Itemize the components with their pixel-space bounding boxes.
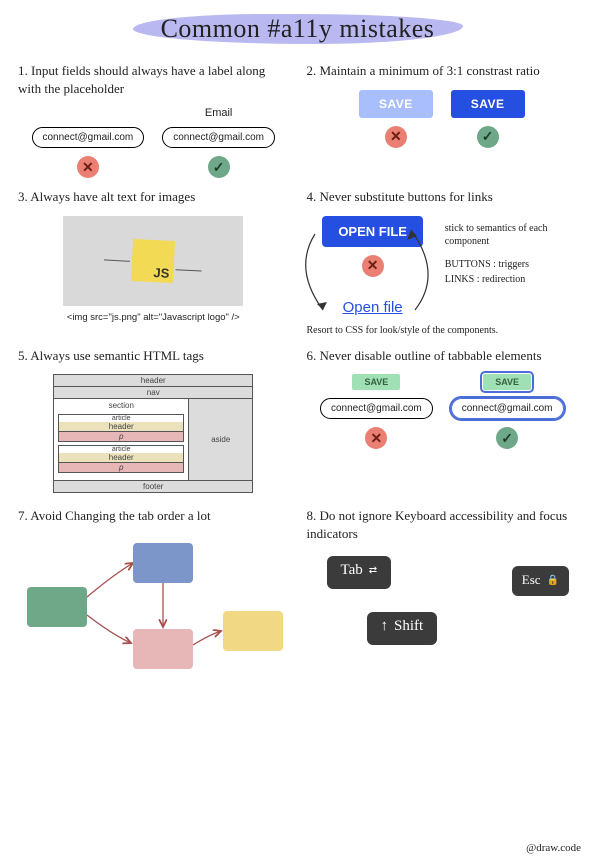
cross-icon: ✕ <box>362 255 384 277</box>
input-with-label[interactable]: connect@gmail.com <box>162 127 275 148</box>
good-example: SAVE ✓ <box>451 90 525 148</box>
focus-block-3 <box>133 629 193 669</box>
shift-key: ↑ Shift <box>367 612 438 645</box>
tip-heading: 6. Never disable outline of tabbable ele… <box>307 347 578 365</box>
tip-heading: 4. Never substitute buttons for links <box>307 188 578 206</box>
tip-heading: 8. Do not ignore Keyboard accessibility … <box>307 507 578 542</box>
region-footer: footer <box>54 480 252 492</box>
page-title: Common #a11y mistakes <box>0 14 595 44</box>
code-snippet: <img src="js.png" alt="Javascript logo" … <box>18 312 289 323</box>
save-chip-outlined[interactable]: SAVE <box>483 374 531 390</box>
region-article: article header p <box>58 445 184 473</box>
focus-block-2 <box>133 543 193 583</box>
tip-2: 2. Maintain a minimum of 3:1 constrast r… <box>307 62 578 178</box>
esc-key: Esc 🔒 <box>512 566 569 596</box>
tip4-footer: Resort to CSS for look/style of the comp… <box>307 324 578 337</box>
note-buttons: BUTTONS : triggers <box>445 258 529 271</box>
bad-example: connect@gmail.com ✕ <box>32 127 145 178</box>
note-links: LINKS : redirection <box>445 273 526 286</box>
credit: @draw.code <box>526 842 581 854</box>
good-example: SAVE connect@gmail.com ✓ <box>451 374 564 449</box>
tips-grid: 1. Input fields should always have a lab… <box>0 44 595 665</box>
tab-cycle-icon: ⇄ <box>369 565 377 576</box>
image-placeholder: JS <box>63 216 243 306</box>
bad-example: SAVE connect@gmail.com ✕ <box>320 374 433 449</box>
tip-1: 1. Input fields should always have a lab… <box>18 62 289 178</box>
input-label: Email <box>205 107 233 119</box>
tip-6: 6. Never disable outline of tabbable ele… <box>307 347 578 498</box>
tip-heading: 3. Always have alt text for images <box>18 188 289 206</box>
semantic-layout-diagram: header nav section article header p arti… <box>53 374 253 493</box>
input-outlined[interactable]: connect@gmail.com <box>451 398 564 419</box>
cross-icon: ✕ <box>385 126 407 148</box>
tab-order-diagram <box>23 535 283 665</box>
region-section: section <box>58 401 184 411</box>
cross-icon: ✕ <box>365 427 387 449</box>
tip-5: 5. Always use semantic HTML tags header … <box>18 347 289 498</box>
focus-block-4 <box>223 611 283 651</box>
focus-block-1 <box>27 587 87 627</box>
tip-heading: 1. Input fields should always have a lab… <box>18 62 289 97</box>
note-semantics: stick to semantics of each component <box>445 222 577 248</box>
tip-heading: 2. Maintain a minimum of 3:1 constrast r… <box>307 62 578 80</box>
region-header: header <box>54 375 252 387</box>
tip-7: 7. Avoid Changing the tab order a lot <box>18 507 289 665</box>
save-chip-no-outline[interactable]: SAVE <box>352 374 400 390</box>
region-nav: nav <box>54 387 252 399</box>
check-icon: ✓ <box>477 126 499 148</box>
title-area: Common #a11y mistakes <box>0 0 595 44</box>
cross-icon: ✕ <box>77 156 99 178</box>
js-logo-icon: JS <box>131 239 175 283</box>
tip-4: 4. Never substitute buttons for links OP… <box>307 188 578 337</box>
good-example: Email connect@gmail.com ✓ <box>162 107 275 178</box>
tip-3: 3. Always have alt text for images JS <i… <box>18 188 289 337</box>
input-no-outline[interactable]: connect@gmail.com <box>320 398 433 419</box>
check-icon: ✓ <box>208 156 230 178</box>
region-aside: aside <box>189 399 252 480</box>
open-file-link[interactable]: Open file <box>343 299 403 316</box>
low-contrast-button[interactable]: SAVE <box>359 90 433 118</box>
tip-8: 8. Do not ignore Keyboard accessibility … <box>307 507 578 665</box>
region-article: article header p <box>58 414 184 442</box>
tab-key: Tab ⇄ <box>327 556 392 589</box>
open-file-button[interactable]: OPEN FILE <box>322 216 423 247</box>
lock-icon: 🔒 <box>547 575 559 586</box>
input-no-label[interactable]: connect@gmail.com <box>32 127 145 148</box>
high-contrast-button[interactable]: SAVE <box>451 90 525 118</box>
tip-heading: 7. Avoid Changing the tab order a lot <box>18 507 289 525</box>
check-icon: ✓ <box>496 427 518 449</box>
bad-example: SAVE ✕ <box>359 90 433 148</box>
tip-heading: 5. Always use semantic HTML tags <box>18 347 289 365</box>
up-arrow-icon: ↑ <box>381 618 389 635</box>
